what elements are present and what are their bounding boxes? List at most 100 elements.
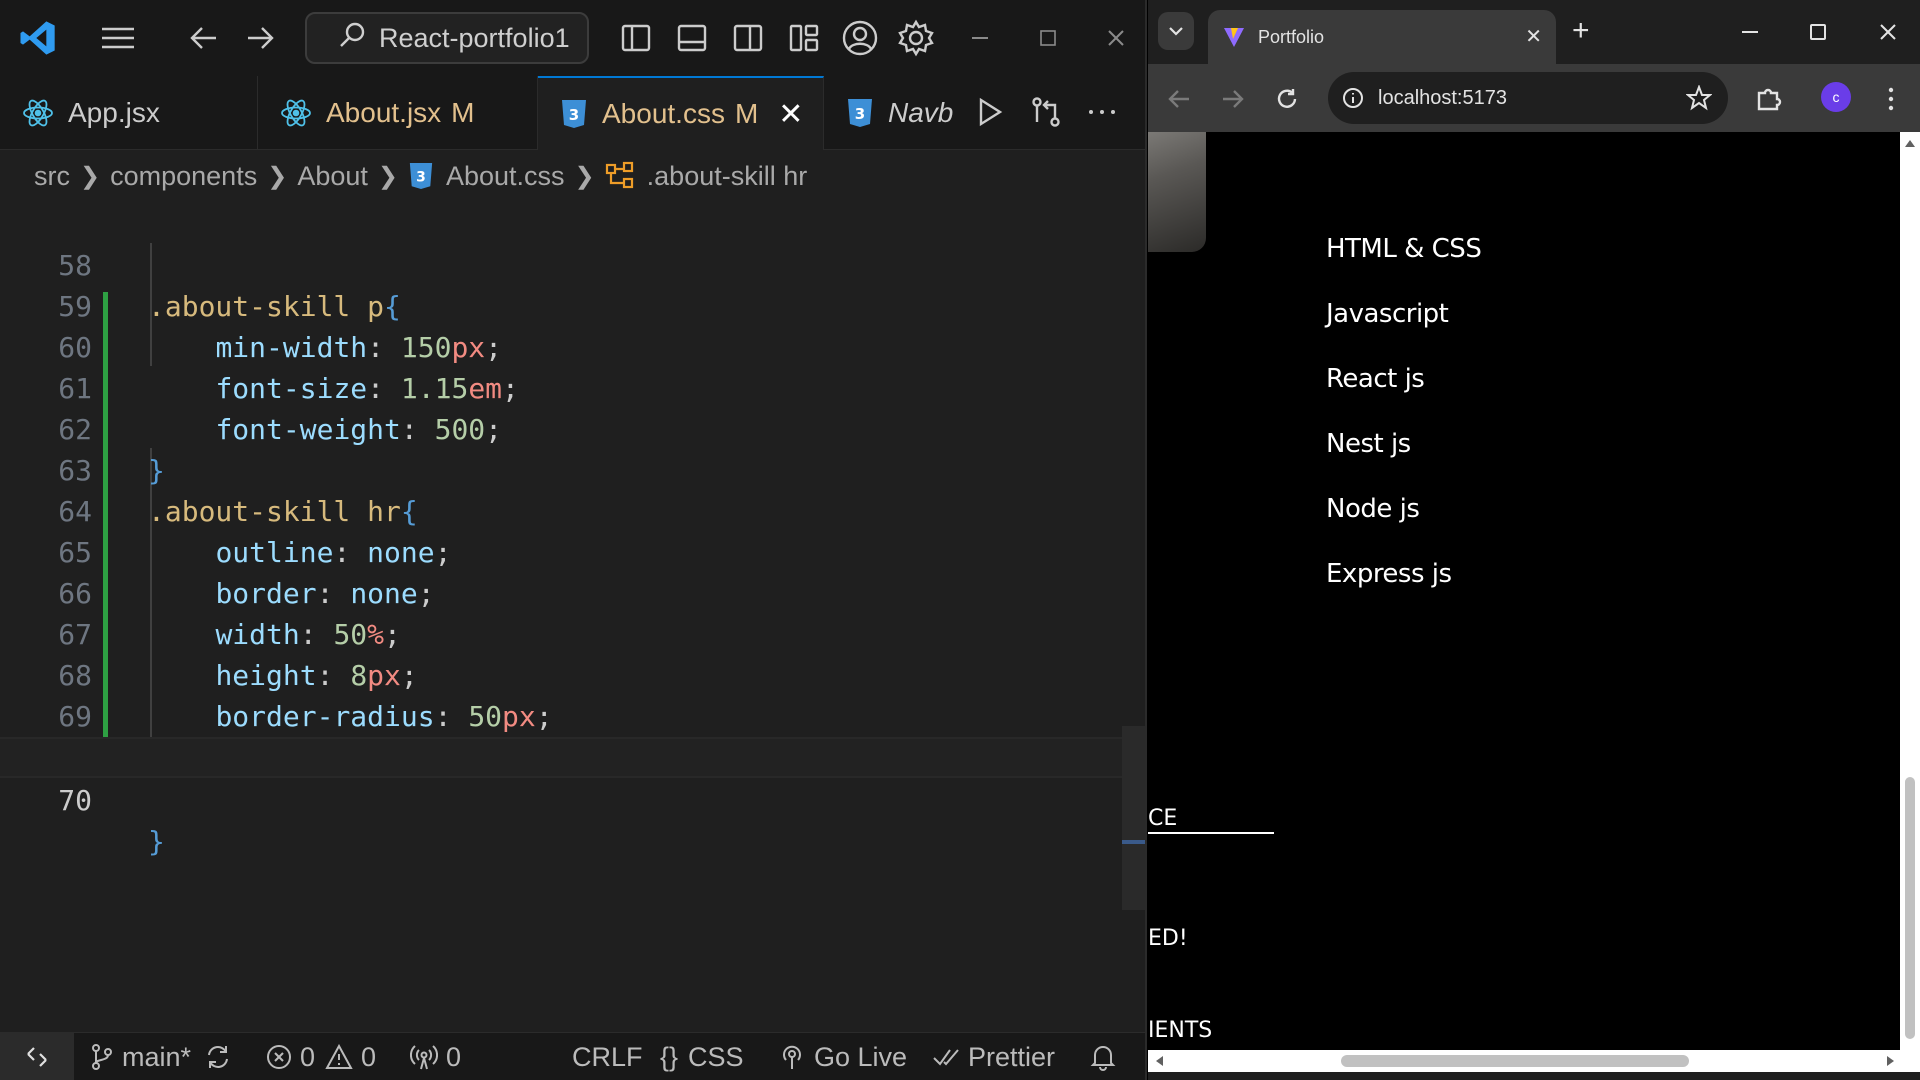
code-line[interactable]: 64 outline: none; — [0, 450, 1122, 569]
page-viewport: HTML & CSS Javascript React js Nest js N… — [1148, 132, 1900, 1050]
maximize-icon[interactable] — [1802, 16, 1834, 48]
open-changes-icon[interactable] — [1022, 88, 1070, 136]
scrollbar-position-marker — [1122, 840, 1145, 844]
skill-item: Express js — [1326, 559, 1452, 589]
command-center-search[interactable]: React-portfolio1 — [305, 12, 589, 64]
breadcrumb-item[interactable]: components — [110, 161, 257, 192]
code-line[interactable]: 69 background: linear-gradient(267deg, h… — [0, 655, 1122, 774]
browser-menu-icon[interactable] — [1874, 82, 1908, 116]
browser-tab-portfolio[interactable]: Portfolio ✕ — [1208, 10, 1556, 64]
tab-label: Navb — [888, 97, 954, 128]
site-info-icon[interactable] — [1342, 87, 1364, 109]
bookmark-star-icon[interactable] — [1686, 85, 1712, 111]
section-heading-fragment: CE — [1148, 806, 1178, 831]
tab-label: About.jsx — [326, 97, 442, 128]
code-line-current[interactable]: 70 } — [0, 737, 1122, 858]
breadcrumb: src ❯ components ❯ About ❯ 3 About.css ❯… — [0, 150, 1145, 202]
go-live-button[interactable]: Go Live — [778, 1033, 907, 1080]
tab-app-jsx[interactable]: App.jsx — [0, 76, 258, 150]
toggle-secondary-sidebar-icon[interactable] — [724, 14, 772, 62]
code-line[interactable]: 63 .about-skill hr{ — [0, 409, 1122, 528]
accounts-icon[interactable] — [836, 14, 884, 62]
breadcrumb-item[interactable]: src — [34, 161, 70, 192]
tab-navbar-css[interactable]: 3 Navb — [824, 76, 980, 150]
profile-avatar[interactable]: c — [1821, 82, 1851, 112]
close-window-icon[interactable] — [1096, 22, 1136, 54]
broadcast-icon — [783, 1045, 801, 1069]
skill-item: React js — [1326, 364, 1425, 394]
code-line-wrapped[interactable]: 50%), hsl(287, 76%, 51%)); — [0, 696, 1122, 774]
chevron-right-icon: ❯ — [80, 162, 101, 190]
code-line[interactable]: 65 border: none; — [0, 491, 1122, 610]
toggle-primary-sidebar-icon[interactable] — [612, 14, 660, 62]
forward-arrow-icon[interactable] — [236, 14, 284, 62]
code-line[interactable]: 59 min-width: 150px; — [0, 245, 1122, 364]
breadcrumb-item[interactable]: About — [297, 161, 368, 192]
sync-icon[interactable] — [204, 1033, 240, 1080]
tab-label: App.jsx — [68, 97, 160, 128]
code-line[interactable]: 61 font-weight: 500; — [0, 327, 1122, 446]
error-icon — [267, 1045, 291, 1069]
toggle-panel-icon[interactable] — [668, 14, 716, 62]
code-line[interactable]: 68 border-radius: 50px; — [0, 614, 1122, 733]
code-line[interactable]: 60 font-size: 1.15em; — [0, 286, 1122, 405]
language-mode-status[interactable]: {} CSS — [660, 1033, 744, 1080]
tab-about-css[interactable]: 3 About.css M ✕ — [538, 76, 824, 150]
eol-status[interactable]: CRLF — [572, 1033, 643, 1080]
chevron-right-icon: ❯ — [377, 162, 398, 190]
bell-icon[interactable] — [1090, 1033, 1124, 1080]
svg-text:3: 3 — [416, 170, 426, 186]
tab-search-button[interactable] — [1158, 12, 1194, 50]
tab-about-jsx[interactable]: About.jsx M — [258, 76, 538, 150]
chevron-right-icon: ❯ — [267, 162, 288, 190]
scrollbar-thumb[interactable] — [1905, 777, 1915, 1039]
code-editor[interactable]: 58 .about-skill p{ 59 min-width: 150px; … — [0, 202, 1145, 1032]
code-line[interactable]: 67 height: 8px; — [0, 573, 1122, 692]
modified-badge: M — [451, 97, 475, 128]
extensions-icon[interactable] — [1752, 82, 1786, 116]
code-line[interactable]: 62 } — [0, 368, 1122, 487]
minimize-icon[interactable] — [960, 22, 1000, 54]
editor-scrollbar[interactable] — [1122, 726, 1145, 910]
vertical-scrollbar[interactable] — [1900, 132, 1920, 1050]
line-number: 70 — [58, 784, 92, 817]
close-window-icon[interactable] — [1872, 16, 1904, 48]
braces-icon: {} — [660, 1041, 679, 1072]
reload-icon[interactable] — [1270, 82, 1304, 116]
git-branch-status[interactable]: main* — [90, 1033, 191, 1080]
run-play-icon[interactable] — [966, 88, 1014, 136]
breadcrumb-item[interactable]: .about-skill hr — [647, 161, 808, 192]
url-text: localhost:5173 — [1378, 86, 1507, 109]
warning-icon — [325, 1044, 353, 1069]
address-bar[interactable]: localhost:5173 — [1328, 72, 1728, 124]
code-line[interactable]: 58 .about-skill p{ — [0, 204, 1122, 323]
scrollbar-thumb[interactable] — [1341, 1055, 1689, 1067]
prettier-status[interactable]: Prettier — [932, 1033, 1055, 1080]
git-branch-icon — [92, 1044, 112, 1070]
problems-status[interactable]: 0 0 — [266, 1033, 376, 1080]
back-arrow-icon[interactable] — [1162, 82, 1196, 116]
editor-tab-bar: App.jsx About.jsx M 3 About.css M ✕ 3 Na… — [0, 76, 1145, 150]
close-tab-icon[interactable]: ✕ — [778, 97, 803, 132]
react-icon — [22, 97, 54, 129]
customize-layout-icon[interactable] — [780, 14, 828, 62]
back-arrow-icon[interactable] — [180, 14, 228, 62]
menu-icon[interactable] — [94, 14, 142, 62]
vite-favicon-icon — [1222, 25, 1246, 49]
new-tab-button[interactable]: + — [1572, 14, 1590, 48]
minimize-icon[interactable] — [1734, 16, 1766, 48]
breadcrumb-item[interactable]: About.css — [446, 161, 565, 192]
gear-icon[interactable] — [892, 14, 940, 62]
horizontal-scrollbar[interactable] — [1148, 1050, 1920, 1072]
section-heading-fragment: IENTS — [1148, 1018, 1213, 1043]
forward-arrow-icon[interactable] — [1216, 82, 1250, 116]
maximize-icon[interactable] — [1028, 22, 1068, 54]
warning-count: 0 — [361, 1041, 377, 1072]
heading-underline — [1148, 832, 1274, 834]
more-actions-icon[interactable] — [1078, 88, 1126, 136]
ports-status[interactable]: 0 — [410, 1033, 461, 1080]
code-line[interactable]: 66 width: 50%; — [0, 532, 1122, 651]
browser-window: Portfolio ✕ + localhost:5173 c HTML & CS… — [1148, 0, 1920, 1080]
remote-indicator[interactable] — [0, 1033, 74, 1080]
close-tab-icon[interactable]: ✕ — [1525, 24, 1542, 48]
